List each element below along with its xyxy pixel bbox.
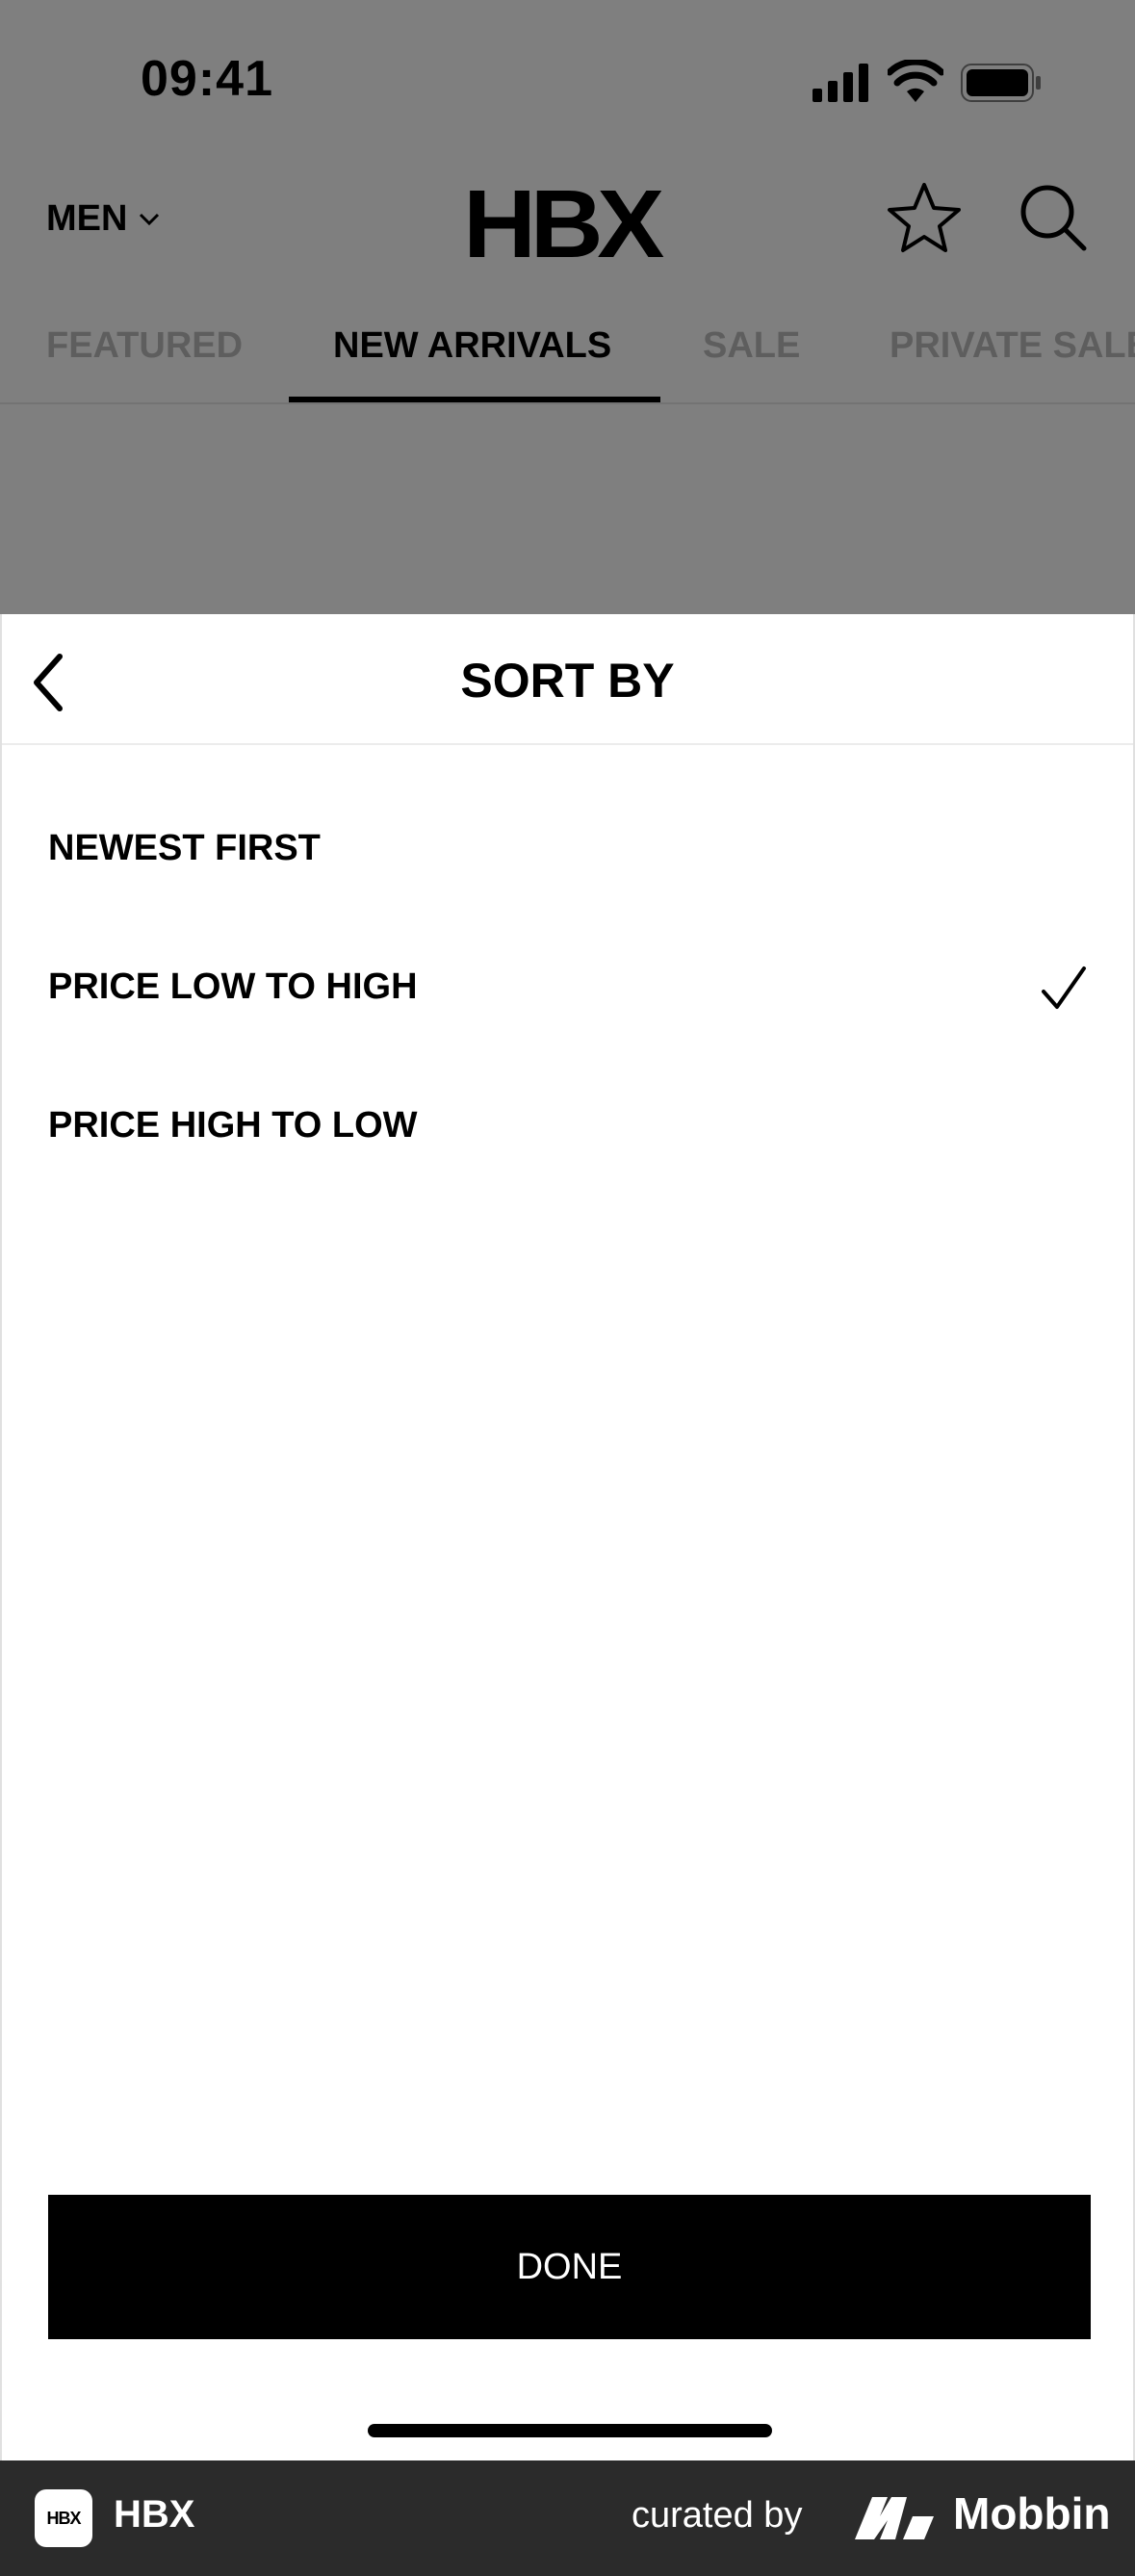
done-button[interactable]: DONE [48,2195,1091,2339]
sort-option-price-low-to-high[interactable]: PRICE LOW TO HIGH [48,966,418,1008]
home-indicator [368,2424,772,2437]
hbx-app-icon: HBX [35,2489,92,2547]
sort-option-newest-first[interactable]: NEWEST FIRST [48,828,321,869]
sort-option-price-high-to-low[interactable]: PRICE HIGH TO LOW [48,1105,418,1146]
checkmark-icon [1042,966,1086,1009]
modal-overlay[interactable] [0,0,1135,616]
mobbin-brand: Mobbin [953,2488,1111,2538]
sheet-title: SORT BY [460,654,675,708]
app-name: HBX [114,2493,195,2536]
mobbin-footer: HBX HBX curated by Mobbin [0,2460,1135,2576]
sort-by-sheet: SORT BY NEWEST FIRST PRICE LOW TO HIGH P… [0,614,1135,2460]
mobbin-logo-icon [855,2497,934,2539]
sheet-header: SORT BY [2,614,1133,745]
curated-by-label: curated by [632,2495,803,2536]
